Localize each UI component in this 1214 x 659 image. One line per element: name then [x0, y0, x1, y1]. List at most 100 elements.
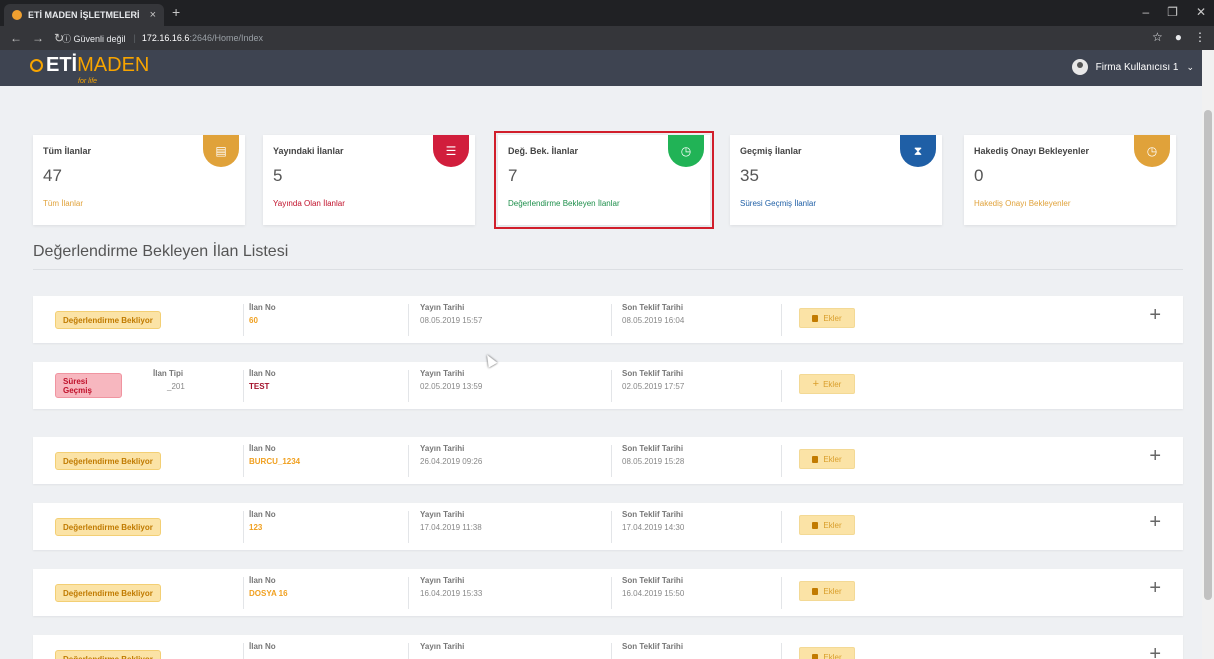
- section-divider: [33, 269, 1183, 270]
- attachments-button[interactable]: Ekler: [799, 515, 855, 535]
- browser-tab[interactable]: ETİ MADEN İŞLETMELERİ ×: [4, 4, 164, 26]
- listing-no-value[interactable]: DOSYA 16: [249, 589, 288, 598]
- column-divider: [611, 643, 612, 659]
- new-tab-button[interactable]: +: [172, 4, 180, 20]
- listing-row[interactable]: Değerlendirme Bekliyor İlan No Yayın Tar…: [33, 635, 1183, 659]
- deadline-column: Son Teklif Tarihi 02.05.2019 17:57: [622, 369, 684, 391]
- listing-row[interactable]: Değerlendirme Bekliyor İlan No BURCU_123…: [33, 437, 1183, 484]
- menu-kebab-icon[interactable]: ⋮: [1194, 30, 1206, 44]
- listing-row[interactable]: Değerlendirme Bekliyor İlan No DOSYA 16 …: [33, 569, 1183, 616]
- list-icon: ▤: [203, 135, 239, 167]
- deadline-value: 16.04.2019 15:50: [622, 589, 685, 598]
- listing-no-value[interactable]: 123: [249, 523, 276, 532]
- listing-no-column: İlan No BURCU_1234: [249, 444, 300, 466]
- profile-icon[interactable]: ●: [1175, 30, 1182, 44]
- card-awaiting-approval[interactable]: Hakediş Onayı Bekleyenler 0 Hakediş Onay…: [964, 135, 1176, 225]
- back-icon[interactable]: ←: [10, 31, 22, 45]
- attachments-button[interactable]: + Ekler: [799, 374, 855, 394]
- expand-plus-icon[interactable]: +: [1149, 304, 1161, 327]
- card-label: Yayındaki İlanlar: [273, 146, 344, 156]
- card-link[interactable]: Hakediş Onayı Bekleyenler: [974, 199, 1071, 208]
- browser-actions: ☆ ● ⋮: [1152, 30, 1206, 44]
- listing-row[interactable]: Değerlendirme Bekliyor İlan No 60 Yayın …: [33, 296, 1183, 343]
- tab-close-icon[interactable]: ×: [150, 9, 156, 21]
- column-divider: [243, 370, 244, 402]
- page-scrollbar[interactable]: [1202, 50, 1214, 659]
- eti-maden-logo[interactable]: ETİMADEN for life: [30, 54, 149, 85]
- column-divider: [611, 445, 612, 477]
- close-window-icon[interactable]: ✕: [1196, 5, 1206, 19]
- publish-date-label: Yayın Tarihi: [420, 576, 465, 585]
- deadline-label: Son Teklif Tarihi: [622, 642, 684, 651]
- logo-tagline: for life: [78, 78, 98, 85]
- browser-tabbar: ETİ MADEN İŞLETMELERİ × + – ❐ ✕: [0, 0, 1214, 26]
- attachments-button[interactable]: Ekler: [799, 449, 855, 469]
- expand-plus-icon[interactable]: +: [1149, 577, 1161, 600]
- publish-date-label: Yayın Tarihi: [420, 369, 465, 378]
- attachments-label: Ekler: [823, 454, 842, 464]
- card-link[interactable]: Yayında Olan İlanlar: [273, 199, 345, 208]
- publish-date-value: 02.05.2019 13:59: [420, 382, 483, 391]
- publish-date-column: Yayın Tarihi: [420, 642, 464, 655]
- type-column: İlan Tipi _201: [153, 369, 185, 391]
- listing-no-column: İlan No 123: [249, 510, 276, 532]
- listing-row[interactable]: Süresi Geçmiş İlan Tipi _201 İlan No TES…: [33, 362, 1183, 409]
- column-divider: [781, 304, 782, 336]
- minimize-icon[interactable]: –: [1142, 5, 1149, 19]
- column-divider: [408, 445, 409, 477]
- listing-no-value[interactable]: TEST: [249, 382, 276, 391]
- expand-plus-icon[interactable]: +: [1149, 445, 1161, 468]
- column-divider: [408, 511, 409, 543]
- column-divider: [781, 511, 782, 543]
- deadline-value: 17.04.2019 14:30: [622, 523, 685, 532]
- card-label: Hakediş Onayı Bekleyenler: [974, 146, 1090, 156]
- card-expired-listings[interactable]: Geçmiş İlanlar 35 Süresi Geçmiş İlanlar …: [730, 135, 942, 225]
- card-link[interactable]: Süresi Geçmiş İlanlar: [740, 199, 816, 208]
- publish-date-column: Yayın Tarihi 16.04.2019 15:33: [420, 576, 482, 598]
- publish-date-column: Yayın Tarihi 08.05.2019 15:57: [420, 303, 482, 325]
- attachments-button[interactable]: Ekler: [799, 308, 855, 328]
- hourglass-icon: ⧗: [900, 135, 936, 167]
- expand-plus-icon[interactable]: +: [1149, 511, 1161, 534]
- column-divider: [243, 445, 244, 477]
- card-all-listings[interactable]: Tüm İlanlar 47 Tüm İlanlar ▤: [33, 135, 245, 225]
- url-field[interactable]: ⓘ Güvenli değil | 172.16.16.6 :2646/Home…: [62, 29, 263, 47]
- publish-date-value: 16.04.2019 15:33: [420, 589, 483, 598]
- deadline-value: 08.05.2019 15:28: [622, 457, 685, 466]
- card-link[interactable]: Tüm İlanlar: [43, 199, 83, 208]
- maximize-icon[interactable]: ❐: [1167, 5, 1178, 19]
- listing-row[interactable]: Değerlendirme Bekliyor İlan No 123 Yayın…: [33, 503, 1183, 550]
- attachments-button[interactable]: Ekler: [799, 647, 855, 659]
- sun-logo-icon: [30, 59, 43, 72]
- expand-plus-icon[interactable]: +: [1149, 643, 1161, 659]
- listing-no-value[interactable]: 60: [249, 316, 276, 325]
- window-controls: – ❐ ✕: [1142, 5, 1206, 19]
- card-link[interactable]: Değerlendirme Bekleyen İlanlar: [508, 199, 620, 208]
- deadline-value: 02.05.2019 17:57: [622, 382, 685, 391]
- url-host: 172.16.16.6: [141, 33, 190, 43]
- listing-no-column: İlan No DOSYA 16: [249, 576, 288, 598]
- publish-date-label: Yayın Tarihi: [420, 642, 465, 651]
- bookmark-star-icon[interactable]: ☆: [1152, 30, 1163, 44]
- security-info[interactable]: ⓘ Güvenli değil: [62, 32, 126, 45]
- column-divider: [781, 445, 782, 477]
- publish-date-label: Yayın Tarihi: [420, 510, 465, 519]
- listing-no-value[interactable]: BURCU_1234: [249, 457, 300, 466]
- card-published-listings[interactable]: Yayındaki İlanlar 5 Yayında Olan İlanlar…: [263, 135, 475, 225]
- column-divider: [611, 577, 612, 609]
- url-divider: |: [133, 33, 136, 43]
- card-pending-evaluation[interactable]: Değ. Bek. İlanlar 7 Değerlendirme Bekley…: [494, 131, 714, 229]
- attachments-button[interactable]: Ekler: [799, 581, 855, 601]
- user-name: Firma Kullanıcısı 1: [1095, 61, 1179, 73]
- user-menu[interactable]: Firma Kullanıcısı 1 ⌄: [1071, 59, 1194, 75]
- column-divider: [781, 370, 782, 402]
- scrollbar-thumb[interactable]: [1204, 110, 1212, 600]
- listing-no-label: İlan No: [249, 369, 276, 378]
- forward-icon[interactable]: →: [32, 31, 44, 45]
- file-icon: [812, 653, 819, 659]
- listing-no-label: İlan No: [249, 303, 276, 312]
- attachments-label: Ekler: [823, 652, 842, 659]
- tab-title: ETİ MADEN İŞLETMELERİ: [28, 10, 140, 20]
- publish-date-value: 08.05.2019 15:57: [420, 316, 483, 325]
- file-icon: [812, 455, 819, 463]
